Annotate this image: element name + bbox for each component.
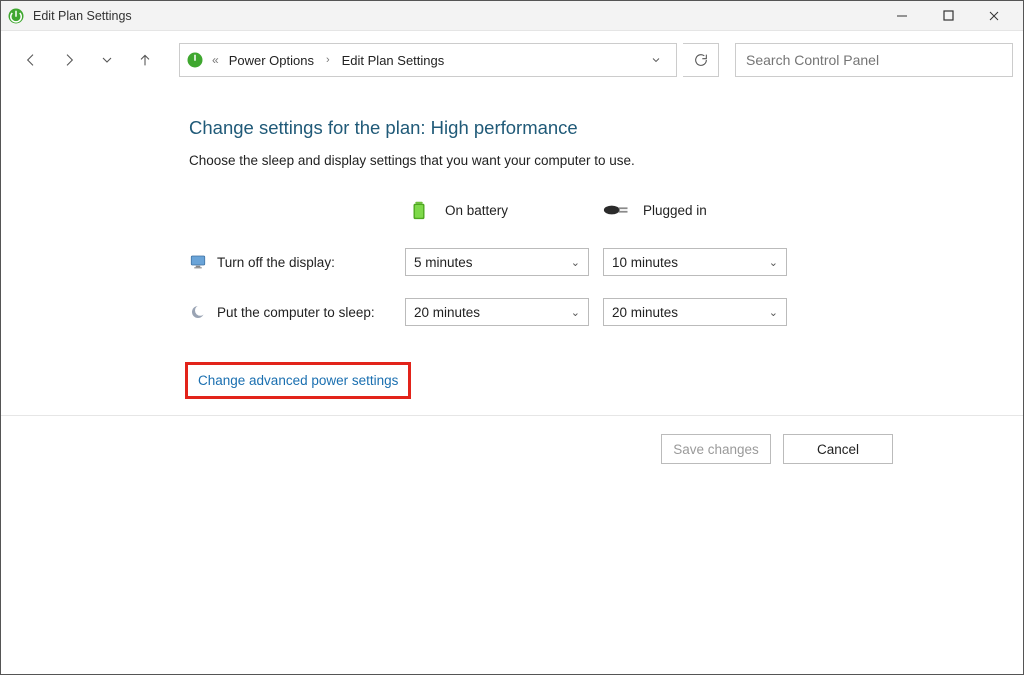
battery-icon <box>405 196 433 224</box>
page-subtext: Choose the sleep and display settings th… <box>189 153 1023 168</box>
up-button[interactable] <box>129 44 161 76</box>
sleep-plugged-value: 20 minutes <box>612 305 678 320</box>
save-changes-button[interactable]: Save changes <box>661 434 771 464</box>
on-battery-column-header: On battery <box>405 196 603 224</box>
page-heading: Change settings for the plan: High perfo… <box>189 117 1023 139</box>
minimize-button[interactable] <box>879 1 925 31</box>
chevron-down-icon: ⌄ <box>571 306 580 319</box>
cancel-label: Cancel <box>817 442 859 457</box>
address-dropdown-button[interactable] <box>642 46 670 74</box>
history-chevrons-icon[interactable]: « <box>212 53 219 67</box>
row-put-to-sleep: Put the computer to sleep: 20 minutes ⌄ … <box>189 298 1023 326</box>
back-button[interactable] <box>15 44 47 76</box>
search-input[interactable] <box>746 52 1002 68</box>
column-headers: On battery Plugged in <box>189 196 1023 224</box>
window-title: Edit Plan Settings <box>33 9 132 23</box>
power-options-icon <box>7 7 25 25</box>
save-changes-label: Save changes <box>673 442 759 457</box>
breadcrumb-power-options[interactable]: Power Options <box>227 49 316 72</box>
put-to-sleep-label: Put the computer to sleep: <box>217 305 375 320</box>
chevron-down-icon: ⌄ <box>769 256 778 269</box>
change-advanced-power-settings-link[interactable]: Change advanced power settings <box>198 373 398 388</box>
refresh-button[interactable] <box>683 43 719 77</box>
display-plugged-dropdown[interactable]: 10 minutes ⌄ <box>603 248 787 276</box>
display-battery-dropdown[interactable]: 5 minutes ⌄ <box>405 248 589 276</box>
monitor-icon <box>189 253 207 271</box>
toolbar: « Power Options › Edit Plan Settings <box>1 31 1023 89</box>
sleep-plugged-dropdown[interactable]: 20 minutes ⌄ <box>603 298 787 326</box>
address-bar[interactable]: « Power Options › Edit Plan Settings <box>179 43 677 77</box>
display-plugged-value: 10 minutes <box>612 255 678 270</box>
row-turn-off-display: Turn off the display: 5 minutes ⌄ 10 min… <box>189 248 1023 276</box>
chevron-down-icon: ⌄ <box>769 306 778 319</box>
footer-buttons: Save changes Cancel <box>1 416 1023 464</box>
turn-off-display-label: Turn off the display: <box>217 255 335 270</box>
plug-icon <box>603 196 631 224</box>
plugged-in-label: Plugged in <box>643 203 707 218</box>
on-battery-label: On battery <box>445 203 508 218</box>
breadcrumb-edit-plan-settings[interactable]: Edit Plan Settings <box>340 49 447 72</box>
chevron-down-icon: ⌄ <box>571 256 580 269</box>
moon-icon <box>189 303 207 321</box>
recent-locations-button[interactable] <box>91 44 123 76</box>
maximize-button[interactable] <box>925 1 971 31</box>
close-button[interactable] <box>971 1 1017 31</box>
forward-button[interactable] <box>53 44 85 76</box>
search-box[interactable] <box>735 43 1013 77</box>
cancel-button[interactable]: Cancel <box>783 434 893 464</box>
main-content: Change settings for the plan: High perfo… <box>1 89 1023 399</box>
sleep-battery-dropdown[interactable]: 20 minutes ⌄ <box>405 298 589 326</box>
chevron-right-icon: › <box>324 54 332 66</box>
highlight-box: Change advanced power settings <box>185 362 411 399</box>
title-bar: Edit Plan Settings <box>1 1 1023 31</box>
plugged-in-column-header: Plugged in <box>603 196 801 224</box>
power-options-icon <box>186 51 204 69</box>
sleep-battery-value: 20 minutes <box>414 305 480 320</box>
display-battery-value: 5 minutes <box>414 255 473 270</box>
